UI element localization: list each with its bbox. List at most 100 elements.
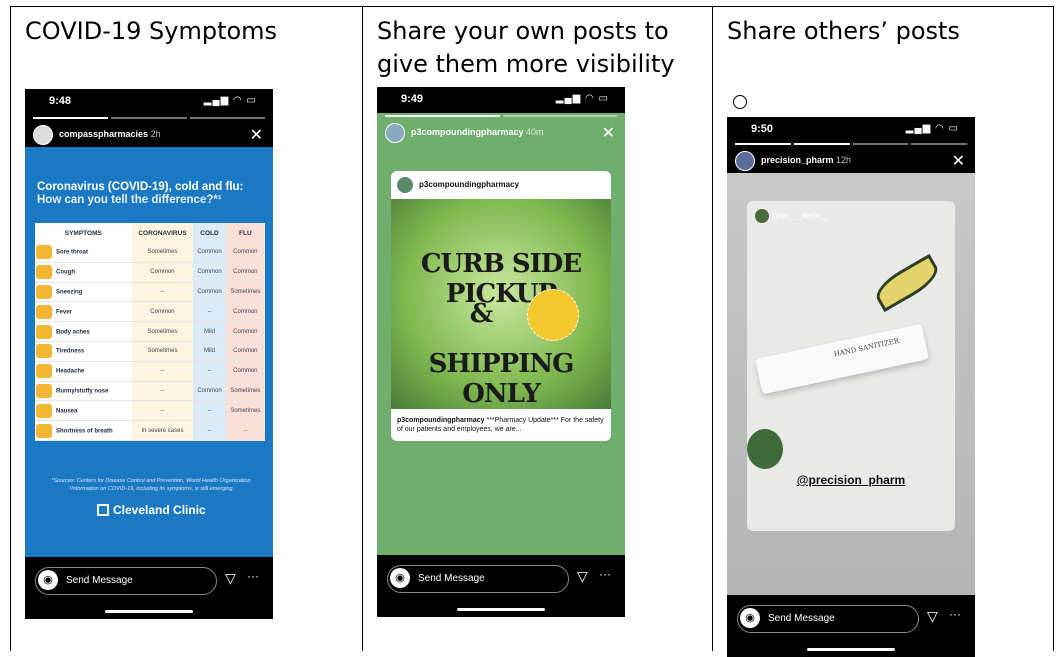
table-row: Sore throat Sometimes Common Common bbox=[35, 243, 265, 263]
mention-sticker[interactable]: @precision_pharm bbox=[747, 473, 955, 487]
symptom-illustration-icon bbox=[36, 304, 52, 319]
symptom-value: – bbox=[225, 420, 265, 441]
table-header-row: SYMPTOMS CORONAVIRUS COLD FLU bbox=[35, 223, 265, 243]
send-message-input[interactable]: ◉ Send Message bbox=[387, 565, 569, 593]
close-icon[interactable]: ✕ bbox=[602, 123, 615, 143]
signal-wifi-battery-icon: ▂▄▆ ◠ ▭ bbox=[203, 95, 257, 106]
bullet-marker bbox=[733, 95, 747, 109]
story-progress bbox=[735, 143, 967, 145]
table-row: Shortness of breath In severe cases – – bbox=[35, 420, 265, 441]
more-icon[interactable]: ··· bbox=[599, 567, 611, 581]
symptom-value: – bbox=[193, 301, 226, 323]
send-message-input[interactable]: ◉ Send Message bbox=[737, 605, 919, 633]
camera-icon[interactable]: ◉ bbox=[740, 608, 760, 628]
story-age: 12h bbox=[836, 155, 852, 165]
symptoms-table: SYMPTOMS CORONAVIRUS COLD FLU Sore throa… bbox=[35, 223, 265, 441]
col-header: COLD bbox=[193, 223, 226, 243]
covid-story: compasspharmacies 2h ✕ Coronavirus (COVI… bbox=[25, 117, 273, 557]
avatar[interactable] bbox=[385, 123, 405, 143]
more-icon[interactable]: ··· bbox=[949, 607, 961, 621]
reply-bar: ◉ Send Message ▽ ··· bbox=[727, 595, 975, 657]
symptom-value: – bbox=[193, 361, 226, 382]
post-caption: p3compoundingpharmacy ***Pharmacy Update… bbox=[397, 417, 604, 433]
symptom-name: Cough bbox=[35, 262, 132, 283]
status-time: 9:49 bbox=[401, 93, 424, 105]
symptom-value: Mild bbox=[193, 321, 226, 342]
column-heading: COVID-19 Symptoms bbox=[25, 17, 278, 45]
reply-bar: ◉ Send Message ▽ ··· bbox=[377, 555, 625, 617]
symptom-value: Common bbox=[225, 243, 265, 263]
symptom-value: Common bbox=[225, 321, 265, 342]
story-age: 2h bbox=[150, 129, 161, 139]
close-icon[interactable]: ✕ bbox=[952, 151, 965, 171]
symptom-value: Sometimes bbox=[225, 381, 265, 402]
story-account[interactable]: compasspharmacies 2h bbox=[59, 129, 161, 139]
col-header: FLU bbox=[225, 223, 265, 243]
camera-icon[interactable]: ◉ bbox=[390, 568, 410, 588]
infographic-title: Coronavirus (COVID-19), cold and flu: Ho… bbox=[37, 181, 267, 207]
symptom-value: – bbox=[131, 381, 194, 402]
symptom-value: Common bbox=[193, 282, 226, 303]
table-row: Tiredness Sometimes Mild Common bbox=[35, 341, 265, 362]
column-others-posts: Share others’ posts 9:50 ▂▄▆ ◠ ▭ precisi… bbox=[713, 7, 1053, 657]
symptom-value: – bbox=[131, 361, 194, 382]
infographic-subtitle: How can you tell the difference?*¹ bbox=[37, 194, 222, 206]
share-icon[interactable]: ▽ bbox=[225, 570, 236, 587]
post-line-3: SHIPPING ONLY bbox=[428, 349, 575, 409]
status-time: 9:48 bbox=[49, 95, 72, 107]
send-message-input[interactable]: ◉ Send Message bbox=[35, 567, 217, 595]
symptom-value: Common bbox=[131, 262, 194, 283]
symptom-value: Common bbox=[131, 301, 194, 323]
symptom-name: Headache bbox=[35, 361, 132, 382]
symptom-value: Common bbox=[193, 262, 226, 283]
story-header: p3compoundingpharmacy 40m ✕ bbox=[385, 123, 617, 145]
symptom-value: Sometimes bbox=[225, 400, 265, 422]
symptom-illustration-icon bbox=[36, 344, 52, 359]
reshared-story[interactable]: tyler___stella__ HAND SANITIZER @precisi… bbox=[747, 201, 955, 531]
story-progress bbox=[385, 115, 617, 117]
story-age: 40m bbox=[526, 127, 544, 137]
symptom-value: Mild bbox=[193, 341, 226, 362]
sources-note: *Sources: Centers for Disease Control an… bbox=[51, 478, 251, 492]
plant-bowl bbox=[747, 429, 783, 469]
story-header: precision_pharm 12h ✕ bbox=[735, 151, 967, 173]
signal-wifi-battery-icon: ▂▄▆ ◠ ▭ bbox=[555, 93, 609, 104]
symptom-value: – bbox=[131, 400, 194, 422]
column-covid: COVID-19 Symptoms 9:48 ▂▄▆ ◠ ▭ compassph… bbox=[11, 7, 363, 651]
symptom-name: Fever bbox=[35, 301, 132, 323]
status-time: 9:50 bbox=[751, 123, 774, 135]
symptom-value: Common bbox=[193, 381, 226, 402]
post-author[interactable]: p3compoundingpharmacy bbox=[397, 177, 519, 193]
leaf-graphic bbox=[870, 253, 944, 313]
reply-bar: ◉ Send Message ▽ ··· bbox=[25, 557, 273, 619]
symptom-illustration-icon bbox=[36, 383, 52, 398]
story-account[interactable]: precision_pharm 12h bbox=[761, 155, 851, 165]
column-heading: Share your own posts to give them more v… bbox=[377, 17, 675, 78]
sun-graphic bbox=[527, 289, 579, 341]
avatar[interactable] bbox=[735, 151, 755, 171]
share-icon[interactable]: ▽ bbox=[577, 568, 588, 585]
tagged-user[interactable]: tyler___stella__ bbox=[755, 209, 829, 223]
sanitizer-tube: HAND SANITIZER bbox=[755, 323, 929, 395]
camera-icon[interactable]: ◉ bbox=[38, 570, 58, 590]
symptom-value: – bbox=[193, 400, 226, 422]
close-icon[interactable]: ✕ bbox=[250, 125, 263, 145]
symptom-value: – bbox=[131, 282, 194, 303]
shared-post-card[interactable]: p3compoundingpharmacy CURB SIDE PICKUP &… bbox=[391, 171, 611, 441]
symptom-illustration-icon bbox=[36, 284, 52, 299]
avatar[interactable] bbox=[33, 125, 53, 145]
symptom-name: Tiredness bbox=[35, 341, 132, 362]
symptom-value: Common bbox=[193, 243, 226, 263]
col-header: SYMPTOMS bbox=[35, 223, 132, 243]
more-icon[interactable]: ··· bbox=[247, 569, 259, 583]
col-header: CORONAVIRUS bbox=[131, 223, 194, 243]
story-progress bbox=[33, 117, 265, 119]
table-row: Runny/stuffy nose – Common Sometimes bbox=[35, 381, 265, 402]
symptom-value: – bbox=[193, 420, 226, 441]
share-icon[interactable]: ▽ bbox=[927, 608, 938, 625]
story-account[interactable]: p3compoundingpharmacy 40m bbox=[411, 127, 544, 137]
symptom-name: Sore throat bbox=[35, 243, 132, 263]
symptom-value: In severe cases bbox=[131, 420, 194, 441]
p3-story-screenshot: 9:49 ▂▄▆ ◠ ▭ p3compoundingpharmacy 40m ✕… bbox=[377, 87, 625, 617]
table-row: Nausea – – Sometimes bbox=[35, 400, 265, 422]
